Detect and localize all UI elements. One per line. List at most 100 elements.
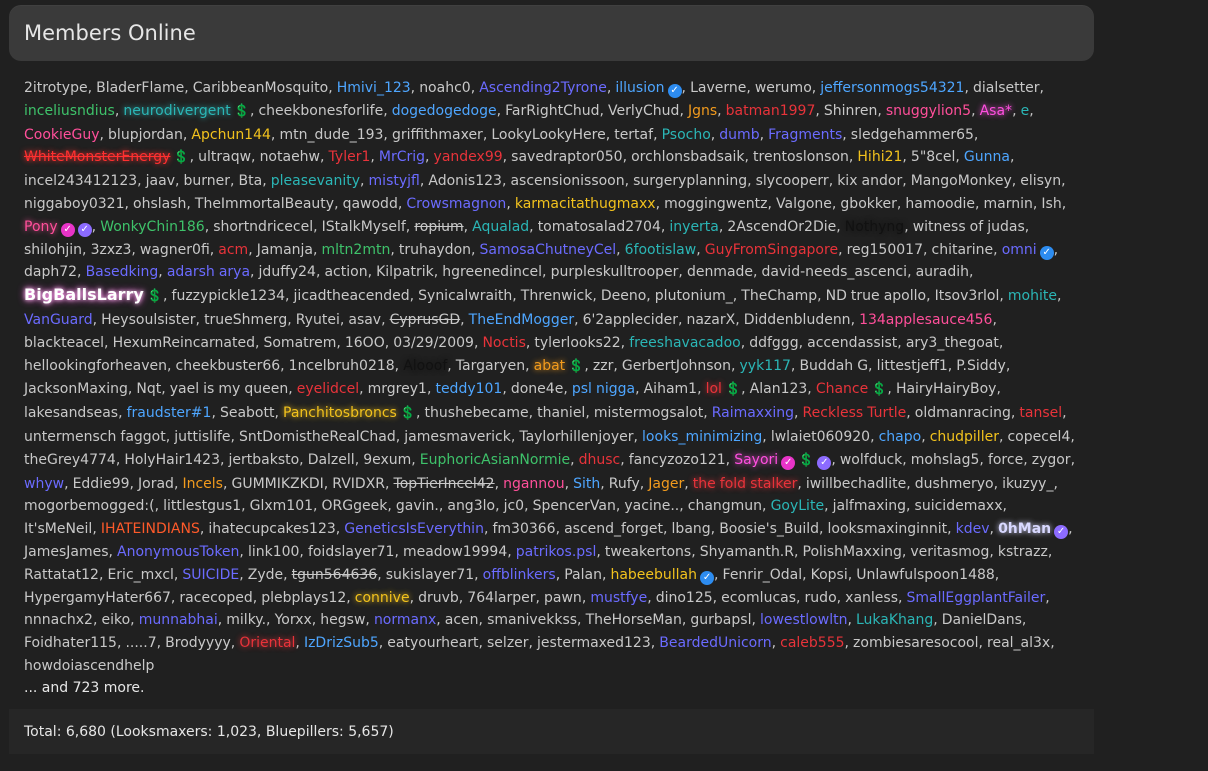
member-link[interactable]: lakesandseas (24, 405, 118, 421)
member-link[interactable]: hegsw (320, 612, 365, 628)
member-link[interactable]: ecomlucas (721, 590, 796, 606)
member-link[interactable]: Palan (564, 567, 602, 583)
member-link[interactable]: marnin (984, 196, 1033, 212)
member-link[interactable]: Aiham1 (644, 381, 697, 397)
member-link[interactable]: GUMMIKZKDI (231, 476, 323, 492)
member-link[interactable]: jicadtheacended (294, 288, 410, 304)
member-link[interactable]: IHATEINDIANS (101, 521, 200, 537)
member-link[interactable]: TopTierIncel42 (394, 476, 495, 492)
member-link[interactable]: Ish (1041, 196, 1061, 212)
member-link[interactable]: HexumReincarnated (113, 335, 255, 351)
member-link[interactable]: tertaf (614, 127, 653, 143)
member-link[interactable]: connive (355, 590, 410, 606)
member-link[interactable]: dhusc (579, 452, 621, 468)
member-link[interactable]: xanless (845, 590, 898, 606)
member-link[interactable]: Dalzell (308, 452, 355, 468)
member-link[interactable]: 5"8cel (911, 149, 955, 165)
member-link[interactable]: Valgone (776, 196, 832, 212)
member-link[interactable]: nnnachx2 (24, 612, 93, 628)
member-link[interactable]: whyw (24, 476, 64, 492)
member-link[interactable]: BladerFlame (96, 80, 184, 96)
member-link[interactable]: hgreenedincel (442, 264, 542, 280)
member-link[interactable]: untermensch faggot (24, 429, 166, 445)
member-link[interactable]: thushebecame (425, 405, 529, 421)
member-link[interactable]: tweakertons (605, 544, 691, 560)
member-link[interactable]: acen (445, 612, 479, 628)
member-link[interactable]: Glxm101 (250, 498, 313, 514)
member-link[interactable]: teddy101 (435, 381, 502, 397)
member-link[interactable]: noahc0 (419, 80, 471, 96)
member-link[interactable]: TheImmortalBeauty (195, 196, 334, 212)
member-link[interactable]: sledgehammer65 (851, 127, 974, 143)
member-link[interactable]: real_al3x (987, 635, 1050, 651)
member-link[interactable]: Kilpatrik (376, 264, 434, 280)
member-link[interactable]: lol (706, 381, 722, 397)
member-link[interactable]: lwlaiet060920 (771, 429, 870, 445)
member-link[interactable]: ihatecupcakes123 (208, 521, 335, 537)
member-link[interactable]: RVIDXR (332, 476, 385, 492)
member-link[interactable]: Eric_mxcl (107, 567, 173, 583)
member-link[interactable]: 16OO (345, 335, 385, 351)
member-link[interactable]: zygor (1032, 452, 1071, 468)
member-link[interactable]: omni (1002, 242, 1037, 258)
member-link[interactable]: kdev (956, 521, 990, 537)
member-link[interactable]: oldmanracing (915, 405, 1011, 421)
member-link[interactable]: HairyHairyBoy (896, 381, 997, 397)
member-link[interactable]: psl nigga (572, 381, 635, 397)
member-link[interactable]: JacksonMaxing (24, 381, 128, 397)
member-link[interactable]: chudpiller (930, 429, 999, 445)
member-link[interactable]: ND true apollo (826, 288, 926, 304)
member-link[interactable]: dumb (719, 127, 759, 143)
member-link[interactable]: asav (348, 312, 381, 328)
member-link[interactable]: P.Siddy (956, 358, 1006, 374)
member-link[interactable]: eatyourheart (387, 635, 478, 651)
member-link[interactable]: MangoMonkey (911, 173, 1012, 189)
member-link[interactable]: tylerlooks22 (534, 335, 620, 351)
member-link[interactable]: jaav (146, 173, 175, 189)
member-link[interactable]: savedraptor050 (511, 149, 622, 165)
member-link[interactable]: yyk117 (740, 358, 791, 374)
member-link[interactable]: shortndricecel (213, 219, 313, 235)
member-link[interactable]: Gunna (964, 149, 1010, 165)
member-link[interactable]: tomatosalad2704 (538, 219, 661, 235)
member-link[interactable]: accendassist (807, 335, 897, 351)
member-link[interactable]: slycooperr (756, 173, 829, 189)
member-link[interactable]: freeshavacadoo (629, 335, 741, 351)
member-link[interactable]: ascend_forget (564, 521, 663, 537)
member-link[interactable]: 0hMan (998, 521, 1051, 537)
member-link[interactable]: niggaboy0321 (24, 196, 124, 212)
member-link[interactable]: Chance (816, 381, 868, 397)
member-link[interactable]: Deeno (601, 288, 646, 304)
member-link[interactable]: ropium (414, 219, 463, 235)
member-link[interactable]: Alan123 (750, 381, 808, 397)
member-link[interactable]: TheEndMogger (469, 312, 574, 328)
member-link[interactable]: fm30366 (492, 521, 555, 537)
member-link[interactable]: hamoodie (905, 196, 975, 212)
member-link[interactable]: littlestgus1 (163, 498, 241, 514)
member-link[interactable]: habeebullah (610, 567, 697, 583)
member-link[interactable]: Jager (648, 476, 684, 492)
member-link[interactable]: VerlyChud (608, 103, 679, 119)
member-link[interactable]: eiko (101, 612, 130, 628)
member-link[interactable]: Reckless Turtle (803, 405, 907, 421)
member-link[interactable]: milky. (226, 612, 266, 628)
member-link[interactable]: Hmivi_123 (337, 80, 411, 96)
member-link[interactable]: copecel4 (1007, 429, 1070, 445)
member-link[interactable]: shilohjin (24, 242, 82, 258)
member-link[interactable]: link100 (248, 544, 299, 560)
member-link[interactable]: blackteacel (24, 335, 104, 351)
member-link[interactable]: looksmaxinginnit (828, 521, 948, 537)
member-link[interactable]: IzDrizSub5 (304, 635, 379, 651)
member-link[interactable]: ddfggg (749, 335, 798, 351)
member-link[interactable]: Aqualad (472, 219, 529, 235)
member-link[interactable]: plebplays12 (261, 590, 346, 606)
member-link[interactable]: mistyjfl (369, 173, 420, 189)
member-link[interactable]: wagner0fi (140, 242, 210, 258)
member-link[interactable]: suicidemaxx (915, 498, 1003, 514)
member-link[interactable]: cheekbuster66 (176, 358, 281, 374)
member-link[interactable]: selzer (487, 635, 529, 651)
member-link[interactable]: blupjordan (108, 127, 183, 143)
member-link[interactable]: purpleskulltrooper (551, 264, 679, 280)
member-link[interactable]: 6'2applecider (583, 312, 678, 328)
member-link[interactable]: Kopsi (811, 567, 848, 583)
